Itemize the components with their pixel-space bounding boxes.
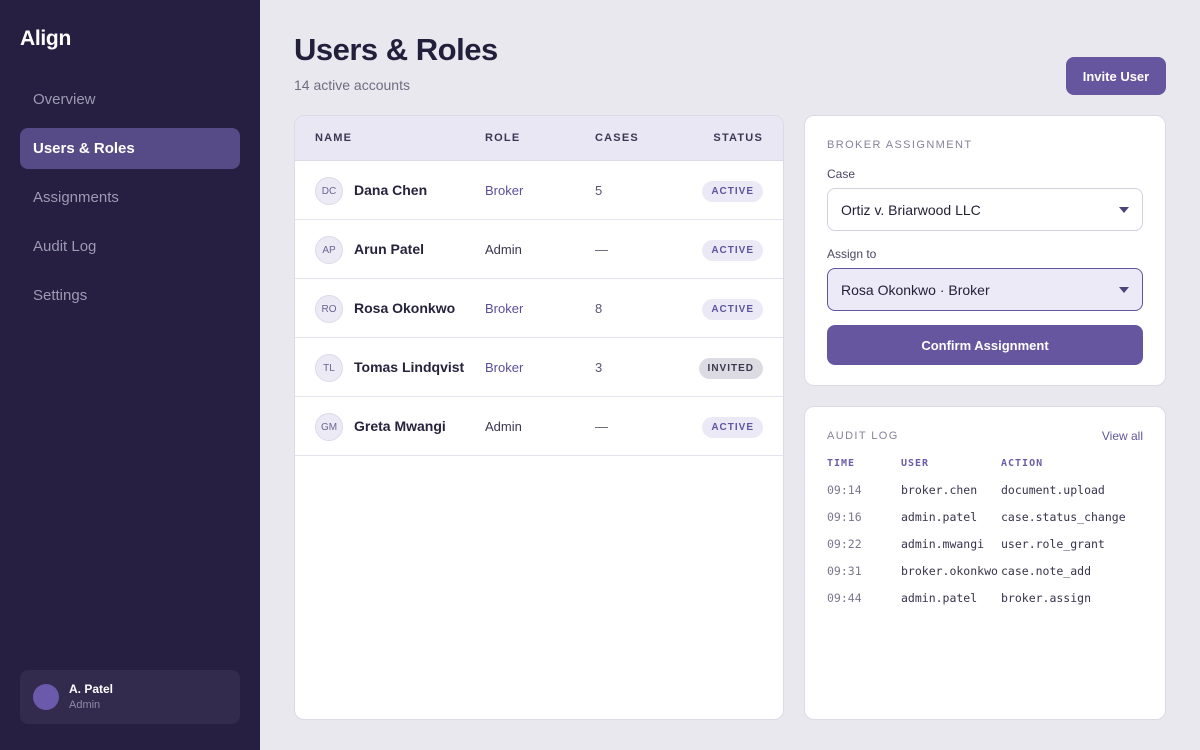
user-role: Admin bbox=[485, 242, 522, 257]
table-header: NAME ROLE CASES STATUS bbox=[295, 116, 783, 161]
table-row[interactable]: TL Tomas Lindqvist Broker 3 INVITED bbox=[295, 338, 783, 397]
table-row[interactable]: GM Greta Mwangi Admin — ACTIVE bbox=[295, 397, 783, 456]
user-cases: — bbox=[595, 242, 608, 257]
audit-action: document.upload bbox=[1001, 483, 1105, 497]
user-role: Broker bbox=[485, 183, 524, 198]
view-all-link[interactable]: View all bbox=[1102, 429, 1143, 443]
chevron-down-icon bbox=[1119, 287, 1129, 293]
audit-row: 09:16 admin.patel case.status_change bbox=[805, 510, 1165, 530]
case-select-value: Ortiz v. Briarwood LLC bbox=[841, 201, 981, 218]
status-badge: ACTIVE bbox=[702, 299, 763, 320]
user-name: Dana Chen bbox=[354, 182, 428, 198]
page-title: Users & Roles bbox=[294, 32, 498, 67]
case-select[interactable]: Ortiz v. Briarwood LLC bbox=[827, 188, 1143, 231]
current-user-name: A. Patel bbox=[69, 682, 114, 696]
column-header-name[interactable]: NAME bbox=[315, 132, 352, 144]
sidebar-item-assignments[interactable]: Assignments bbox=[20, 177, 240, 218]
sidebar-item-overview[interactable]: Overview bbox=[20, 79, 240, 120]
audit-user: admin.patel bbox=[901, 510, 978, 524]
user-avatar: RO bbox=[315, 295, 343, 323]
broker-assignment-panel: BROKER ASSIGNMENT Case Ortiz v. Briarwoo… bbox=[804, 115, 1166, 386]
audit-user: broker.okonkwo bbox=[901, 564, 998, 578]
users-table: NAME ROLE CASES STATUS DC Dana Chen Brok… bbox=[294, 115, 784, 720]
column-header-role[interactable]: ROLE bbox=[485, 132, 520, 144]
user-avatar: TL bbox=[315, 354, 343, 382]
user-avatar: AP bbox=[315, 236, 343, 264]
audit-column-user: USER bbox=[901, 458, 930, 469]
sidebar-item-settings[interactable]: Settings bbox=[20, 275, 240, 316]
user-name: Greta Mwangi bbox=[354, 418, 446, 434]
audit-log-panel: AUDIT LOG View all TIME USER ACTION 09:1… bbox=[804, 406, 1166, 720]
audit-log-heading: AUDIT LOG bbox=[827, 430, 899, 442]
audit-user: broker.chen bbox=[901, 483, 978, 497]
status-badge: INVITED bbox=[698, 358, 763, 379]
assign-to-select-value: Rosa Okonkwo · Broker bbox=[841, 281, 990, 298]
audit-user: admin.patel bbox=[901, 591, 978, 605]
user-role: Broker bbox=[485, 301, 524, 316]
sidebar-item-audit-log[interactable]: Audit Log bbox=[20, 226, 240, 267]
audit-action: user.role_grant bbox=[1001, 537, 1105, 551]
app-logo: Align bbox=[20, 27, 71, 50]
audit-column-time: TIME bbox=[827, 458, 856, 469]
table-row[interactable]: DC Dana Chen Broker 5 ACTIVE bbox=[295, 161, 783, 220]
user-role: Admin bbox=[485, 419, 522, 434]
sidebar-nav: Overview Users & Roles Assignments Audit… bbox=[20, 79, 240, 324]
status-badge: ACTIVE bbox=[702, 181, 763, 202]
user-cases: 8 bbox=[595, 301, 603, 316]
audit-row: 09:14 broker.chen document.upload bbox=[805, 483, 1165, 503]
assign-to-field-label: Assign to bbox=[827, 247, 877, 261]
audit-row: 09:44 admin.patel broker.assign bbox=[805, 591, 1165, 611]
audit-time: 09:14 bbox=[827, 483, 862, 497]
audit-time: 09:31 bbox=[827, 564, 862, 578]
avatar bbox=[33, 684, 59, 710]
case-field-label: Case bbox=[827, 167, 856, 181]
user-name: Rosa Okonkwo bbox=[354, 300, 456, 316]
assign-to-select[interactable]: Rosa Okonkwo · Broker bbox=[827, 268, 1143, 311]
column-header-cases[interactable]: CASES bbox=[595, 132, 639, 144]
audit-row: 09:31 broker.okonkwo case.note_add bbox=[805, 564, 1165, 584]
user-cases: 3 bbox=[595, 360, 603, 375]
audit-time: 09:44 bbox=[827, 591, 862, 605]
sidebar-item-users-roles[interactable]: Users & Roles bbox=[20, 128, 240, 169]
user-avatar: GM bbox=[315, 413, 343, 441]
table-row[interactable]: RO Rosa Okonkwo Broker 8 ACTIVE bbox=[295, 279, 783, 338]
column-header-status[interactable]: STATUS bbox=[713, 132, 763, 144]
current-user-card[interactable]: A. Patel Admin bbox=[20, 670, 240, 724]
page-subtitle: 14 active accounts bbox=[294, 77, 410, 93]
audit-user: admin.mwangi bbox=[901, 537, 985, 551]
status-badge: ACTIVE bbox=[702, 240, 763, 261]
sidebar: Align Overview Users & Roles Assignments… bbox=[0, 0, 260, 750]
chevron-down-icon bbox=[1119, 207, 1129, 213]
confirm-assignment-button[interactable]: Confirm Assignment bbox=[827, 325, 1143, 365]
table-row[interactable]: AP Arun Patel Admin — ACTIVE bbox=[295, 220, 783, 279]
audit-time: 09:16 bbox=[827, 510, 862, 524]
audit-time: 09:22 bbox=[827, 537, 862, 551]
user-cases: — bbox=[595, 419, 608, 434]
broker-assignment-heading: BROKER ASSIGNMENT bbox=[827, 139, 973, 151]
user-name: Arun Patel bbox=[354, 241, 425, 257]
user-name: Tomas Lindqvist bbox=[354, 359, 465, 375]
audit-action: case.note_add bbox=[1001, 564, 1092, 578]
user-cases: 5 bbox=[595, 183, 603, 198]
audit-action: case.status_change bbox=[1001, 510, 1126, 524]
audit-row: 09:22 admin.mwangi user.role_grant bbox=[805, 537, 1165, 557]
audit-action: broker.assign bbox=[1001, 591, 1092, 605]
invite-user-button[interactable]: Invite User bbox=[1066, 57, 1166, 95]
user-avatar: DC bbox=[315, 177, 343, 205]
status-badge: ACTIVE bbox=[702, 417, 763, 438]
current-user-role: Admin bbox=[69, 699, 101, 711]
audit-column-action: ACTION bbox=[1001, 458, 1044, 469]
user-role: Broker bbox=[485, 360, 524, 375]
